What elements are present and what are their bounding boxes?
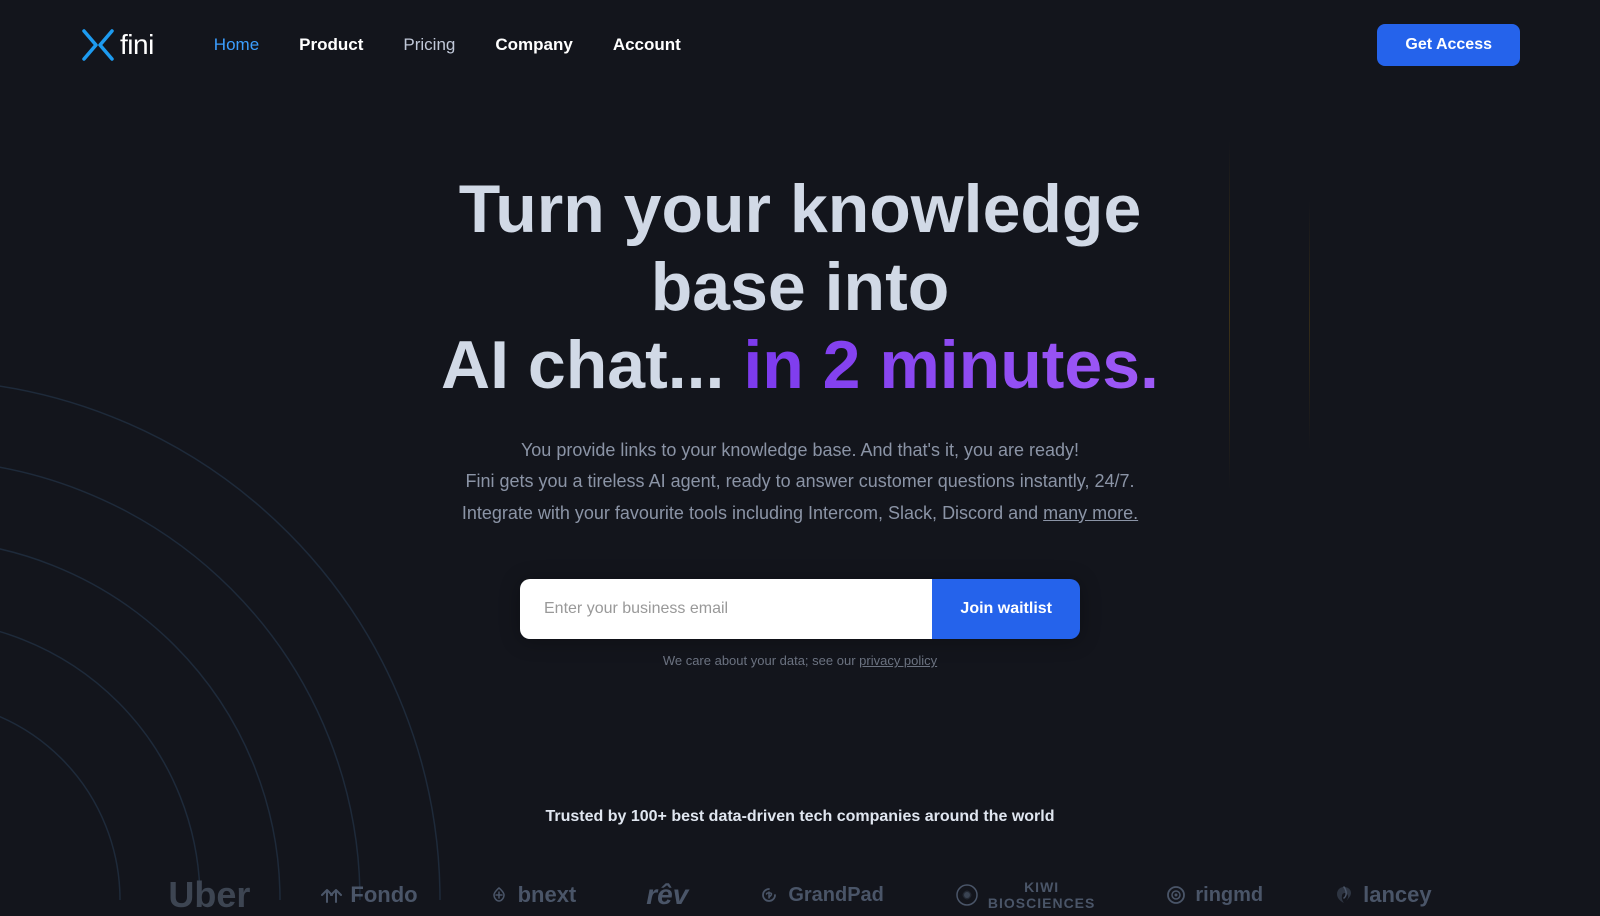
privacy-policy-link[interactable]: privacy policy [859,653,937,668]
rev-text: rêv [646,879,688,911]
privacy-note: We care about your data; see our privacy… [20,653,1580,668]
nav-company[interactable]: Company [495,35,572,55]
lancey-text: lancey [1363,882,1432,908]
ringmd-text: ringmd [1195,884,1263,907]
logo-bnext: bnext [488,882,577,908]
nav-home[interactable]: Home [214,35,259,55]
email-form: Join waitlist [520,579,1080,639]
hero-sub-line2: Fini gets you a tireless AI agent, ready… [465,471,1134,491]
fondo-text: Fondo [350,882,417,908]
privacy-text: We care about your data; see our [663,653,859,668]
hero-sub-link[interactable]: many more. [1043,503,1138,523]
trusted-section: Trusted by 100+ best data-driven tech co… [0,808,1600,916]
logo-rev: rêv [646,879,688,911]
hero-sub-line3: Integrate with your favourite tools incl… [462,503,1043,523]
nav-product[interactable]: Product [299,35,363,55]
hero-subtitle: You provide links to your knowledge base… [460,435,1140,530]
hero-sub-line1: You provide links to your knowledge base… [521,440,1079,460]
logo-lancey: lancey [1333,882,1432,908]
bnext-icon [488,884,510,906]
join-waitlist-button[interactable]: Join waitlist [932,579,1080,639]
nav-links: Home Product Pricing Company Account [214,35,1378,55]
kiwi-icon [954,882,980,908]
fondo-icon [320,884,342,906]
grandpad-icon [758,884,780,906]
navbar: fini Home Product Pricing Company Accoun… [0,0,1600,90]
logo-grandpad: GrandPad [758,884,884,907]
hero-headline-highlight: in 2 minutes. [743,327,1159,403]
uber-text: Uber [168,874,250,916]
hero-headline-part1: Turn your knowledge base into [459,171,1142,325]
email-input[interactable] [520,579,932,639]
nav-pricing[interactable]: Pricing [403,35,455,55]
get-access-button[interactable]: Get Access [1377,24,1520,66]
ringmd-icon [1165,884,1187,906]
logo-uber: Uber [168,874,250,916]
grandpad-text: GrandPad [788,884,884,907]
logo-text: fini [120,29,154,61]
kiwi-text: KIWIBIOSCIENCES [988,879,1095,911]
hero-section: Turn your knowledge base into AI chat...… [0,90,1600,728]
hero-headline: Turn your knowledge base into AI chat...… [390,170,1210,405]
logo-link[interactable]: fini [80,27,154,63]
nav-account[interactable]: Account [613,35,681,55]
logo-ringmd: ringmd [1165,884,1263,907]
logo-fondo: Fondo [320,882,417,908]
hero-headline-part2: AI chat... [441,327,743,403]
lancey-icon [1333,884,1355,906]
logo-kiwi: KIWIBIOSCIENCES [954,879,1095,911]
bnext-text: bnext [518,882,577,908]
logos-row: Uber Fondo bnext rêv GrandPad [0,874,1600,916]
trusted-title: Trusted by 100+ best data-driven tech co… [0,808,1600,826]
